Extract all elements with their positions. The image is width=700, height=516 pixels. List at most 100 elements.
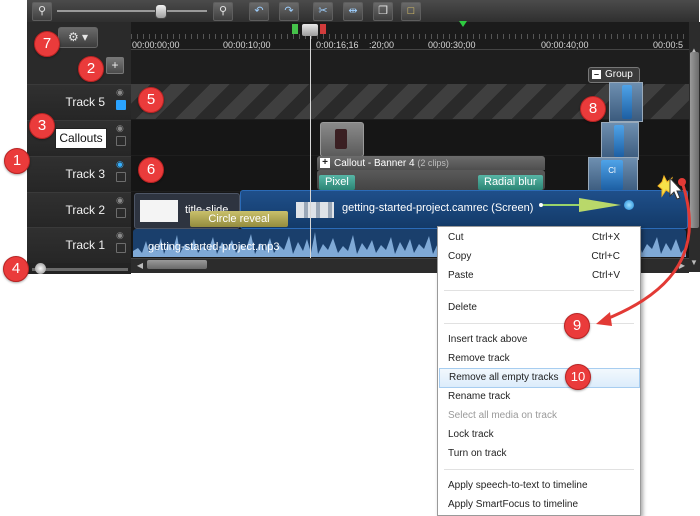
add-track-button[interactable]: + bbox=[106, 57, 124, 74]
group-clip[interactable] bbox=[609, 82, 643, 122]
expand-plus-icon[interactable]: + bbox=[320, 158, 330, 168]
track-header-2[interactable]: Track 2 ◉ bbox=[27, 192, 131, 228]
menu-item-remove-all-empty-tracks[interactable]: Remove all empty tracks bbox=[439, 368, 640, 388]
zoom-out-icon[interactable]: ⚲ bbox=[32, 2, 52, 21]
callout-badge-2: 2 bbox=[78, 56, 104, 82]
clip-label: getting-started-project.camrec (Screen) bbox=[342, 202, 534, 214]
menu-item-label: Paste bbox=[448, 270, 474, 281]
menu-item-label: Select all media on track bbox=[448, 410, 557, 421]
track-name[interactable]: Track 1 bbox=[65, 238, 105, 252]
split-icon[interactable]: ⇹ bbox=[343, 2, 363, 21]
callout-group-title: Callout - Banner 4 bbox=[334, 158, 415, 169]
radial-blur-effect-clip[interactable]: Radial blur bbox=[478, 175, 543, 190]
menu-item-label: Rename track bbox=[448, 391, 511, 402]
callout-badge-7: 7 bbox=[34, 31, 60, 57]
circle-reveal-transition[interactable]: Circle reveal bbox=[190, 211, 288, 227]
callout-group-header[interactable]: + Callout - Banner 4 (2 clips) bbox=[317, 156, 545, 170]
playhead-line[interactable] bbox=[310, 30, 311, 258]
lock-icon[interactable] bbox=[116, 136, 126, 146]
menu-item-smartfocus[interactable]: Apply SmartFocus to timeline bbox=[448, 496, 634, 514]
eye-icon[interactable]: ◉ bbox=[116, 88, 127, 97]
scroll-left-icon[interactable]: ◀ bbox=[135, 261, 145, 271]
ruler-ticks bbox=[131, 34, 689, 39]
track-header-3[interactable]: Track 3 ◉ bbox=[27, 156, 131, 192]
ruler-label: 00:00:10;00 bbox=[223, 40, 271, 50]
menu-item-label: Delete bbox=[448, 302, 477, 313]
track-height-slider-knob[interactable] bbox=[35, 263, 46, 274]
menu-item-label: Turn on track bbox=[448, 448, 507, 459]
lock-icon[interactable] bbox=[116, 172, 126, 182]
ruler-label: 0:00:16;16 bbox=[316, 40, 359, 50]
zoom-in-icon[interactable]: ⚲ bbox=[213, 2, 233, 21]
ruler-label: 00:00:00;00 bbox=[132, 40, 180, 50]
track-header-1[interactable]: Track 1 ◉ bbox=[27, 227, 131, 263]
callout-badge-5: 5 bbox=[138, 87, 164, 113]
callout-badge-1: 1 bbox=[4, 148, 30, 174]
time-ruler[interactable]: 00:00:00;00 00:00:10;00 0:00:16;16 :20;0… bbox=[131, 22, 689, 50]
pixel-effect-clip[interactable]: Pixel bbox=[319, 175, 355, 190]
ruler-label: 00:00:5 bbox=[653, 40, 684, 50]
timeline-settings-gear-icon[interactable]: ⚙ ▾ bbox=[58, 27, 98, 48]
menu-item-label: Cut bbox=[448, 232, 464, 243]
group-label-text: Group bbox=[605, 69, 633, 80]
zoom-slider[interactable] bbox=[57, 10, 207, 12]
menu-item-label: Insert track above bbox=[448, 334, 528, 345]
callout-group-count: (2 clips) bbox=[417, 158, 449, 168]
cut-icon[interactable]: ✂ bbox=[313, 2, 333, 21]
paste-icon[interactable]: □ bbox=[401, 2, 421, 21]
menu-item-label: Copy bbox=[448, 251, 472, 262]
track-name[interactable]: Track 2 bbox=[65, 203, 105, 217]
collapse-minus-icon[interactable]: – bbox=[592, 70, 601, 79]
selection-start-handle[interactable] bbox=[292, 24, 298, 34]
group-clip[interactable] bbox=[601, 122, 639, 160]
annotation-curved-arrow bbox=[596, 178, 692, 326]
lock-icon[interactable] bbox=[116, 100, 126, 110]
lock-icon[interactable] bbox=[116, 243, 126, 253]
callout-badge-4: 4 bbox=[3, 256, 29, 282]
selection-end-handle[interactable] bbox=[320, 24, 326, 34]
menu-item-lock-track[interactable]: Lock track bbox=[448, 426, 634, 444]
eye-icon[interactable]: ◉ bbox=[116, 196, 127, 205]
group-header[interactable]: – Group bbox=[588, 67, 640, 83]
menu-item-rename-track[interactable]: Rename track bbox=[448, 388, 634, 406]
menu-item-label: Remove track bbox=[448, 353, 510, 364]
ruler-label: :20;00 bbox=[369, 40, 395, 50]
clip-label: getting-started-project.mp3 bbox=[148, 241, 280, 253]
menu-separator bbox=[444, 469, 634, 470]
menu-item-label: Remove all empty tracks bbox=[449, 372, 559, 383]
callout-clip[interactable] bbox=[320, 122, 364, 157]
ruler-label: 00:00:30;00 bbox=[428, 40, 476, 50]
redo-icon[interactable]: ↷ bbox=[279, 2, 299, 21]
menu-item-remove-track[interactable]: Remove track bbox=[448, 350, 634, 368]
eye-icon[interactable]: ◉ bbox=[116, 231, 127, 240]
track-name[interactable]: Track 5 bbox=[65, 95, 105, 109]
menu-item-label: Lock track bbox=[448, 429, 494, 440]
track-name[interactable]: Track 3 bbox=[65, 167, 105, 181]
menu-item-speech-to-text[interactable]: Apply speech-to-text to timeline bbox=[448, 477, 634, 495]
menu-item-turn-on-track[interactable]: Turn on track bbox=[448, 445, 634, 463]
undo-icon[interactable]: ↶ bbox=[249, 2, 269, 21]
menu-item-label: Apply speech-to-text to timeline bbox=[448, 480, 588, 491]
timeline-marker[interactable] bbox=[459, 21, 467, 27]
callout-badge-8: 8 bbox=[580, 96, 606, 122]
timeline-toolbar: ⚲ ⚲ ↶ ↷ ✂ ⇹ ❐ □ bbox=[27, 0, 699, 23]
copy-icon[interactable]: ❐ bbox=[373, 2, 393, 21]
callout-badge-9: 9 bbox=[564, 313, 590, 339]
horizontal-scrollbar-thumb[interactable] bbox=[147, 260, 207, 269]
eye-hidden-icon[interactable]: ◉ bbox=[116, 160, 127, 169]
menu-item-label: Apply SmartFocus to timeline bbox=[448, 499, 579, 510]
callout-badge-10: 10 bbox=[565, 364, 591, 390]
callout-badge-3: 3 bbox=[29, 113, 55, 139]
clip-thumbnail bbox=[296, 202, 334, 218]
lock-icon[interactable] bbox=[116, 208, 126, 218]
track-5-lane[interactable] bbox=[131, 84, 689, 119]
track-name-edit-field[interactable]: Callouts bbox=[55, 128, 107, 149]
ruler-label: 00:00:40;00 bbox=[541, 40, 589, 50]
callout-badge-6: 6 bbox=[138, 157, 164, 183]
clip-thumbnail bbox=[140, 200, 178, 222]
playhead-handle[interactable] bbox=[302, 24, 318, 36]
zoom-slider-thumb[interactable] bbox=[155, 4, 167, 19]
menu-item-select-all-media: Select all media on track bbox=[448, 407, 634, 425]
track-height-slider[interactable] bbox=[32, 268, 128, 271]
eye-icon[interactable]: ◉ bbox=[116, 124, 127, 133]
